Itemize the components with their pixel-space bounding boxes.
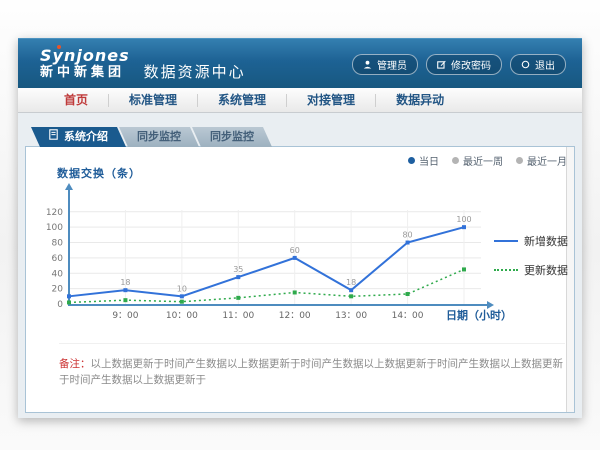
solid-line-swatch-icon xyxy=(494,240,518,242)
svg-text:0: 0 xyxy=(57,300,63,310)
range-radio-group: 当日 最近一周 最近一月 xyxy=(408,153,567,168)
footnote-body: 以上数据更新于时间产生数据以上数据更新于时间产生数据以上数据更新于时间产生数据以… xyxy=(59,358,563,386)
svg-text:14：00: 14：00 xyxy=(392,311,424,321)
change-password-button[interactable]: 修改密码 xyxy=(426,54,502,75)
document-icon xyxy=(49,127,58,147)
svg-text:80: 80 xyxy=(52,239,64,249)
radio-last-week[interactable]: 最近一周 xyxy=(452,153,503,168)
svg-text:80: 80 xyxy=(402,231,412,240)
radio-dot xyxy=(516,157,523,164)
svg-text:35: 35 xyxy=(233,265,243,274)
radio-label: 当日 xyxy=(419,153,439,168)
svg-text:20: 20 xyxy=(52,285,64,295)
nav-item-standard-mgmt[interactable]: 标准管理 xyxy=(109,94,198,107)
chart-panel: 当日 最近一周 最近一月 数据交换（条） 0 20 40 60 80 100 120 9：00… xyxy=(25,146,575,413)
change-password-label: 修改密码 xyxy=(451,57,491,72)
user-button-label: 管理员 xyxy=(377,57,407,72)
legend-label: 新增数据 xyxy=(524,233,568,249)
svg-text:120: 120 xyxy=(46,208,63,218)
svg-text:12：00: 12：00 xyxy=(279,311,311,321)
svg-text:100: 100 xyxy=(46,223,63,233)
footnote: 备注：以上数据更新于时间产生数据以上数据更新于时间产生数据以上数据更新于时间产生… xyxy=(59,343,565,389)
svg-text:18: 18 xyxy=(120,278,130,287)
header-actions: 管理员 修改密码 退出 xyxy=(352,54,566,75)
svg-text:11：00: 11：00 xyxy=(222,311,254,321)
power-icon xyxy=(521,60,530,69)
logout-button[interactable]: 退出 xyxy=(510,54,566,75)
logo-accent-dot xyxy=(57,45,61,49)
chart-legend: 新增数据 更新数据 xyxy=(494,233,568,291)
svg-text:40: 40 xyxy=(52,269,64,279)
tab-bar: 系统介绍 同步监控 同步监控 xyxy=(31,127,265,147)
nav-item-interface-mgmt[interactable]: 对接管理 xyxy=(287,94,376,107)
legend-item-updated-data[interactable]: 更新数据 xyxy=(494,262,568,278)
radio-dot xyxy=(452,157,459,164)
x-axis-title: 日期（小时） xyxy=(446,307,512,323)
dotted-line-swatch-icon xyxy=(494,269,518,271)
svg-text:100: 100 xyxy=(456,215,471,224)
main-nav: 首页 标准管理 系统管理 对接管理 数据异动 xyxy=(18,88,582,113)
logo-text-cn: 新中新集团 xyxy=(40,66,130,80)
page-title: 数据资源中心 xyxy=(144,61,246,82)
svg-text:10: 10 xyxy=(177,284,187,293)
radio-last-month[interactable]: 最近一月 xyxy=(516,153,567,168)
app-header: Synjones 新中新集团 数据资源中心 管理员 修改密码 xyxy=(18,38,582,88)
tab-sync-monitor-1[interactable]: 同步监控 xyxy=(119,127,199,147)
company-logo: Synjones 新中新集团 xyxy=(40,47,130,81)
nav-item-system-mgmt[interactable]: 系统管理 xyxy=(198,94,287,107)
svg-text:10：00: 10：00 xyxy=(166,311,198,321)
tab-sync-monitor-2[interactable]: 同步监控 xyxy=(192,127,272,147)
radio-label: 最近一周 xyxy=(463,153,503,168)
legend-label: 更新数据 xyxy=(524,262,568,278)
footnote-prefix: 备注： xyxy=(59,358,91,370)
svg-text:60: 60 xyxy=(52,254,64,264)
tab-system-intro[interactable]: 系统介绍 xyxy=(31,127,126,147)
logout-label: 退出 xyxy=(535,57,555,72)
nav-item-data-change[interactable]: 数据异动 xyxy=(376,94,464,107)
line-chart: 0 20 40 60 80 100 120 9：00 10：00 11：00 12：00 13：00 1… xyxy=(41,180,511,332)
tab-label: 系统介绍 xyxy=(64,127,108,147)
content-area: 系统介绍 同步监控 同步监控 当日 最近一周 最近一月 xyxy=(18,113,582,417)
svg-text:60: 60 xyxy=(290,246,300,255)
user-button[interactable]: 管理员 xyxy=(352,54,418,75)
y-axis-title: 数据交换（条） xyxy=(57,165,141,181)
radio-today[interactable]: 当日 xyxy=(408,153,439,168)
nav-item-home[interactable]: 首页 xyxy=(44,94,109,107)
svg-text:18: 18 xyxy=(346,278,356,287)
user-icon xyxy=(363,60,372,69)
legend-item-new-data[interactable]: 新增数据 xyxy=(494,233,568,249)
app-window: Synjones 新中新集团 数据资源中心 管理员 修改密码 xyxy=(18,38,582,418)
radio-label: 最近一月 xyxy=(527,153,567,168)
svg-text:9：00: 9：00 xyxy=(112,311,138,321)
radio-dot xyxy=(408,157,415,164)
edit-icon xyxy=(437,60,446,69)
svg-text:13：00: 13：00 xyxy=(335,311,367,321)
logo-text-en: Synjones xyxy=(40,47,130,65)
